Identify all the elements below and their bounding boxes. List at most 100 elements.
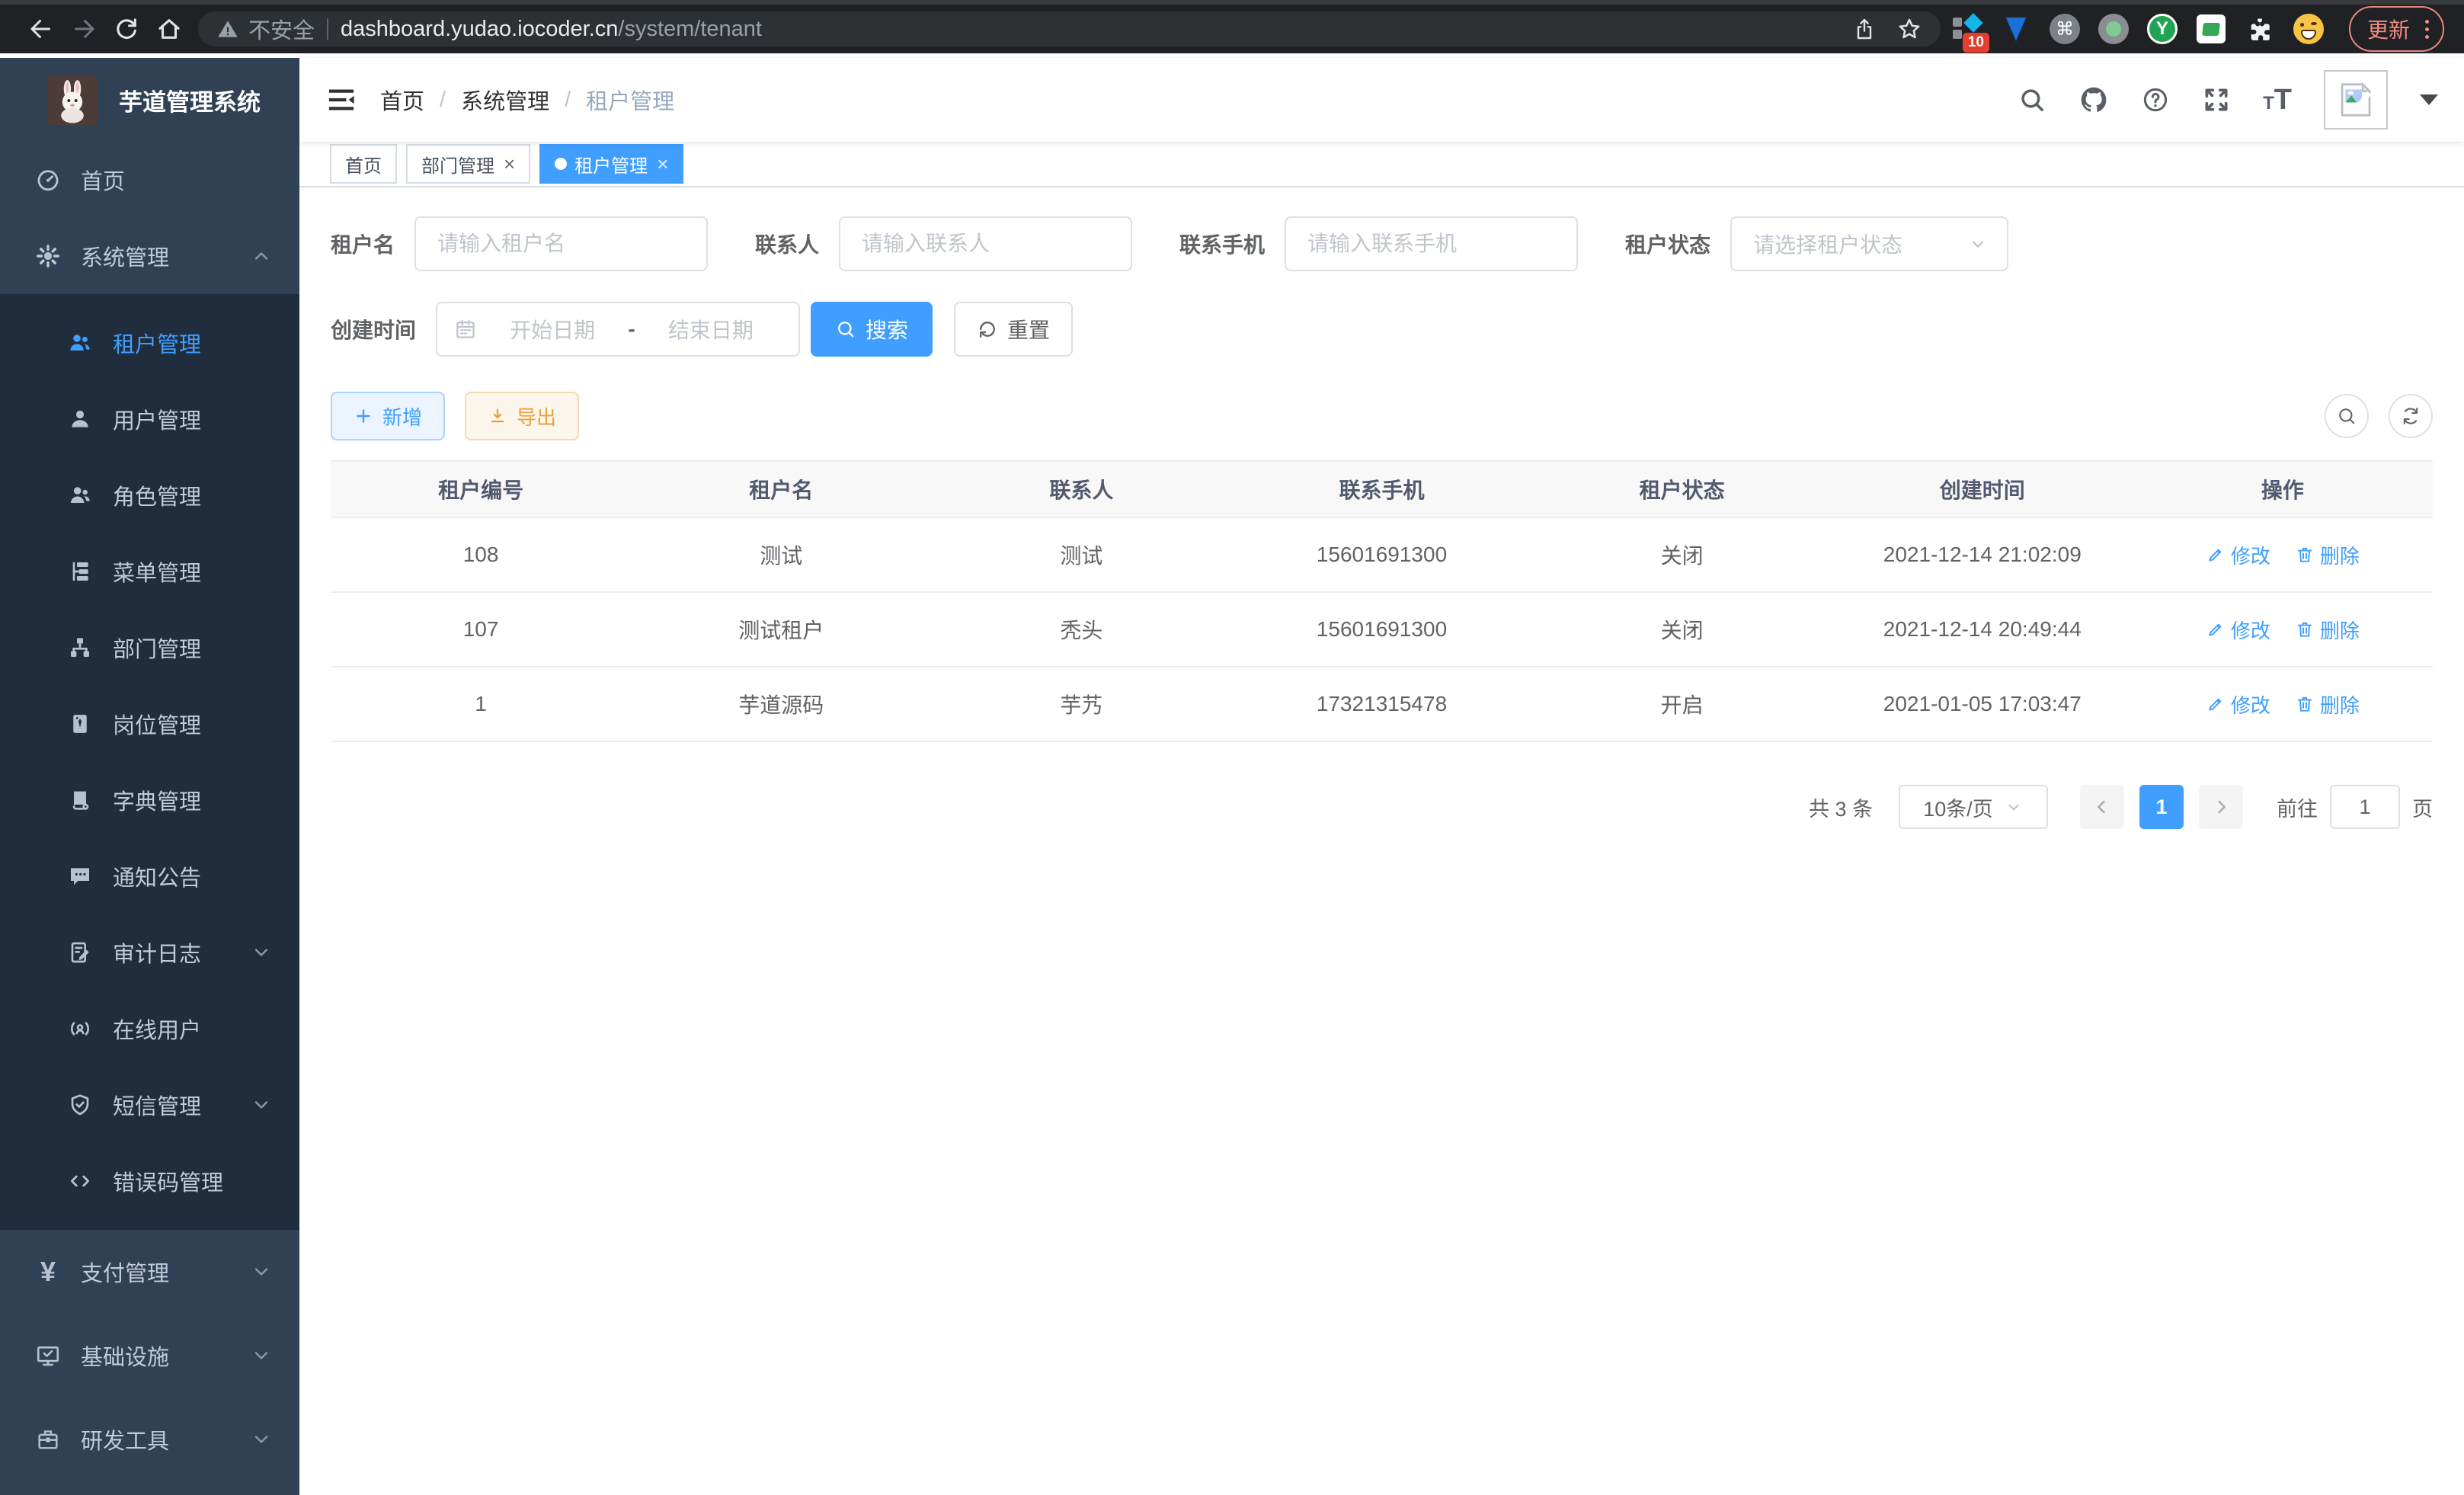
- monitor-icon: [34, 1343, 62, 1369]
- prev-page-button[interactable]: [2080, 785, 2124, 829]
- toggle-search-button[interactable]: [2325, 394, 2369, 438]
- search-icon: [2336, 405, 2357, 427]
- date-start-placeholder[interactable]: 开始日期: [482, 314, 623, 344]
- font-size-icon[interactable]: TT: [2263, 84, 2292, 117]
- extension-badge: 10: [1963, 33, 1989, 53]
- avatar-caret-down-icon[interactable]: [2420, 94, 2438, 114]
- chrome-update-button[interactable]: 更新: [2349, 6, 2444, 52]
- download-icon: [488, 406, 507, 426]
- tab-close-icon[interactable]: ×: [504, 154, 515, 174]
- app-logo[interactable]: 芋道管理系统: [0, 58, 299, 142]
- sidebar-item-pay[interactable]: ¥ 支付管理: [0, 1230, 299, 1314]
- delete-link[interactable]: 删除: [2295, 616, 2360, 644]
- address-bar[interactable]: 不安全 dashboard.yudao.iocoder.cn/system/te…: [198, 11, 1941, 46]
- page-number-button[interactable]: 1: [2139, 785, 2184, 829]
- edit-link[interactable]: 修改: [2206, 541, 2270, 569]
- sidebar-item-menu[interactable]: 菜单管理: [0, 533, 299, 610]
- date-end-placeholder[interactable]: 结束日期: [640, 314, 782, 344]
- tags-view-bar: 首页 部门管理 × 租户管理 ×: [299, 142, 2464, 187]
- extensions-puzzle-icon[interactable]: [2244, 13, 2276, 45]
- page-size-select[interactable]: 10条/页: [1899, 785, 2048, 829]
- edit-link[interactable]: 修改: [2206, 690, 2270, 719]
- help-icon[interactable]: [2141, 85, 2170, 114]
- table-row: 108 测试 测试 15601691300 关闭 2021-12-14 21:0…: [331, 518, 2433, 593]
- url-text[interactable]: dashboard.yudao.iocoder.cn/system/tenant: [341, 17, 762, 42]
- github-icon[interactable]: [2078, 85, 2109, 115]
- sidebar-item-dict[interactable]: 字典管理: [0, 762, 299, 838]
- breadcrumb-system[interactable]: 系统管理: [461, 84, 549, 116]
- sidebar-item-infra[interactable]: 基础设施: [0, 1314, 299, 1397]
- chevron-down-icon: [251, 1429, 272, 1450]
- extension-command-icon[interactable]: ⌘: [2049, 13, 2081, 45]
- chevron-right-icon: [2210, 796, 2232, 818]
- sidebar-item-devtools[interactable]: 研发工具: [0, 1397, 299, 1481]
- sidebar-item-dept[interactable]: 部门管理: [0, 610, 299, 686]
- sidebar-item-user[interactable]: 用户管理: [0, 381, 299, 457]
- browser-home-button[interactable]: [148, 8, 190, 50]
- refresh-icon: [977, 319, 998, 340]
- delete-link[interactable]: 删除: [2295, 690, 2360, 719]
- extension-chat-icon[interactable]: [2195, 13, 2227, 45]
- extension-y-icon[interactable]: Y: [2146, 13, 2178, 45]
- tenant-name-input[interactable]: [414, 216, 708, 271]
- sidebar-item-system[interactable]: 系统管理: [0, 218, 299, 294]
- add-button[interactable]: 新增: [331, 392, 445, 440]
- user-icon: [66, 407, 94, 431]
- breadcrumb-home[interactable]: 首页: [380, 84, 424, 116]
- chevron-up-icon: [251, 245, 272, 267]
- sidebar-collapse-icon[interactable]: [325, 84, 357, 116]
- extension-kite-icon[interactable]: [2000, 13, 2032, 45]
- sidebar-item-online-users[interactable]: 在线用户: [0, 991, 299, 1067]
- tab-tenant[interactable]: 租户管理 ×: [539, 144, 683, 184]
- fullscreen-icon[interactable]: [2202, 85, 2231, 114]
- export-button[interactable]: 导出: [465, 392, 579, 440]
- status-label: 租户状态: [1625, 229, 1710, 259]
- sidebar-item-post[interactable]: 岗位管理: [0, 686, 299, 762]
- tab-home[interactable]: 首页: [330, 144, 397, 184]
- shield-check-icon: [66, 1093, 94, 1117]
- tab-dept[interactable]: 部门管理 ×: [406, 144, 530, 184]
- sidebar-item-home[interactable]: 首页: [0, 142, 299, 218]
- goto-page-input[interactable]: [2330, 785, 2400, 829]
- sidebar-submenu-system: 租户管理 用户管理 角色管理 菜单管理: [0, 294, 299, 1230]
- header-search-icon[interactable]: [2018, 85, 2046, 114]
- date-range-picker[interactable]: 开始日期 - 结束日期: [436, 302, 800, 357]
- table-header-row: 租户编号 租户名 联系人 联系手机 租户状态 创建时间 操作: [331, 460, 2433, 518]
- sidebar-item-role[interactable]: 角色管理: [0, 457, 299, 533]
- browser-back-button[interactable]: [20, 8, 62, 50]
- search-button[interactable]: 搜索: [811, 302, 933, 357]
- next-page-button[interactable]: [2199, 785, 2243, 829]
- table-row: 1 芋道源码 芋艿 17321315478 开启 2021-01-05 17:0…: [331, 667, 2433, 742]
- extension-diamond-icon[interactable]: 10: [1951, 13, 1983, 45]
- delete-link[interactable]: 删除: [2295, 541, 2360, 569]
- bookmark-star-icon[interactable]: [1896, 16, 1922, 42]
- sidebar-item-notice[interactable]: 通知公告: [0, 838, 299, 914]
- app-title: 芋道管理系统: [119, 83, 261, 117]
- tab-close-icon[interactable]: ×: [657, 154, 668, 174]
- sidebar-item-tenant[interactable]: 租户管理: [0, 305, 299, 381]
- contact-input[interactable]: [839, 216, 1132, 271]
- profile-avatar-icon[interactable]: [2293, 13, 2325, 45]
- reset-button[interactable]: 重置: [954, 302, 1073, 357]
- security-label[interactable]: 不安全: [248, 13, 315, 45]
- mobile-input[interactable]: [1285, 216, 1578, 271]
- browser-menu-icon[interactable]: [2421, 20, 2434, 39]
- user-avatar[interactable]: [2324, 70, 2388, 130]
- sidebar-item-audit-log[interactable]: 审计日志: [0, 914, 299, 991]
- sidebar-item-sms[interactable]: 短信管理: [0, 1067, 299, 1143]
- browser-reload-button[interactable]: [105, 8, 148, 50]
- extension-recorder-icon[interactable]: [2098, 13, 2130, 45]
- refresh-table-button[interactable]: [2389, 394, 2433, 438]
- status-select[interactable]: 请选择租户状态: [1730, 216, 2008, 271]
- chevron-down-icon: [251, 942, 272, 963]
- sidebar-item-error-code[interactable]: 错误码管理: [0, 1143, 299, 1219]
- people-icon: [66, 483, 94, 507]
- share-icon[interactable]: [1852, 17, 1877, 41]
- edit-link[interactable]: 修改: [2206, 616, 2270, 644]
- page-content: 租户名 联系人 联系手机 租户状态 请选择租户状态: [299, 187, 2464, 1495]
- gear-icon: [34, 243, 62, 269]
- browser-forward-button[interactable]: [62, 8, 105, 50]
- tenant-table: 租户编号 租户名 联系人 联系手机 租户状态 创建时间 操作 108 测试 测试…: [331, 460, 2433, 742]
- pagination-total: 共 3 条: [1809, 792, 1873, 822]
- insecure-warning-icon[interactable]: [216, 18, 239, 40]
